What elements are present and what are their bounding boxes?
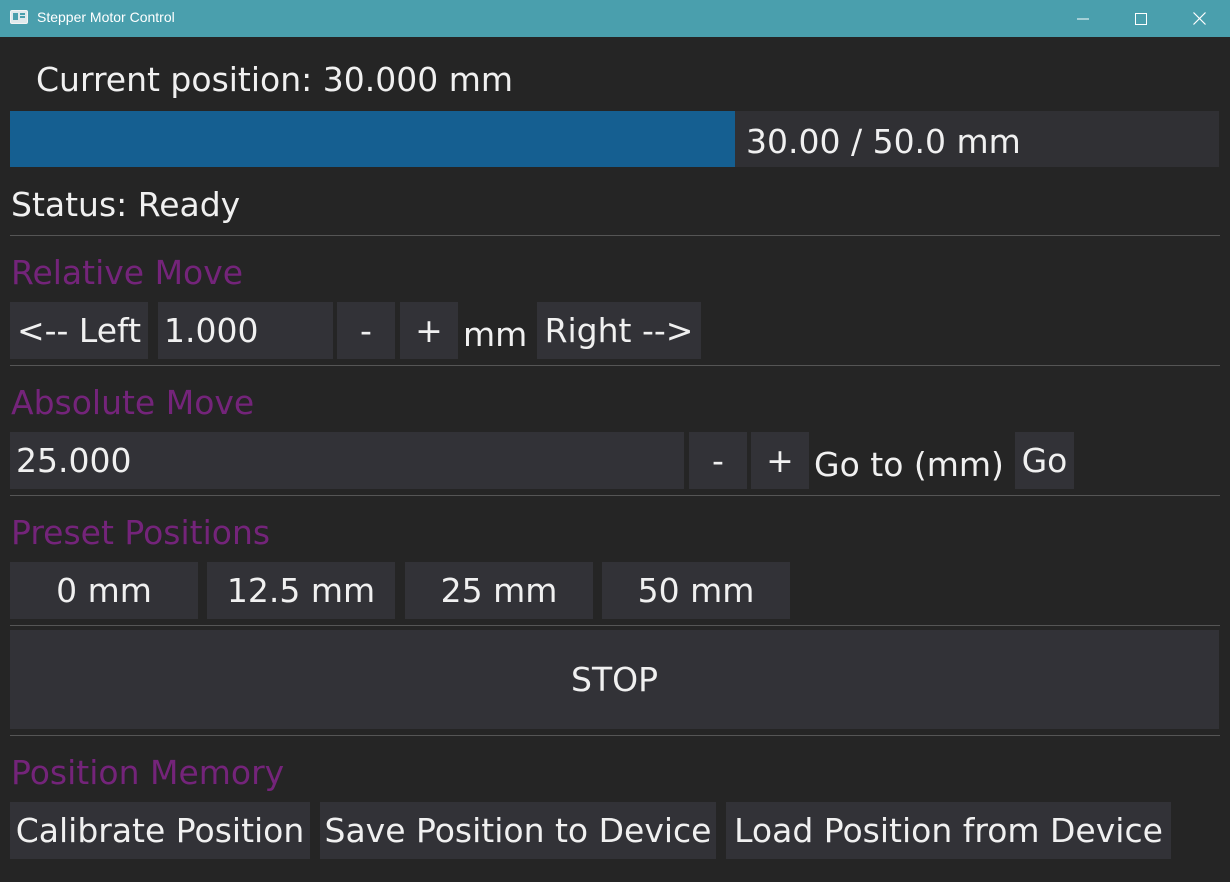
divider (10, 235, 1220, 236)
position-progress-bar: 30.00 / 50.0 mm (10, 111, 1219, 167)
stop-button[interactable]: STOP (10, 630, 1219, 729)
app-window-icon (10, 10, 28, 24)
preset-25mm-button[interactable]: 25 mm (405, 562, 593, 619)
relative-move-title: Relative Move (11, 253, 244, 292)
divider (10, 625, 1220, 626)
relative-unit-label: mm (463, 315, 528, 354)
preset-12-5mm-button[interactable]: 12.5 mm (207, 562, 395, 619)
divider (10, 735, 1220, 736)
maximize-button[interactable] (1112, 0, 1170, 37)
move-right-button[interactable]: Right --> (537, 302, 701, 359)
step-decrement-button[interactable]: - (337, 302, 395, 359)
close-button[interactable] (1170, 0, 1228, 37)
go-button[interactable]: Go (1015, 432, 1074, 489)
save-position-button[interactable]: Save Position to Device (320, 802, 716, 859)
goto-label: Go to (mm) (814, 445, 1004, 484)
window-title: Stepper Motor Control (37, 9, 175, 25)
close-icon (1192, 12, 1206, 25)
position-memory-title: Position Memory (11, 753, 285, 792)
maximize-icon (1135, 12, 1147, 25)
divider (10, 495, 1220, 496)
calibrate-position-button[interactable]: Calibrate Position (10, 802, 310, 859)
absolute-move-title: Absolute Move (11, 383, 255, 422)
move-left-button[interactable]: <-- Left (10, 302, 148, 359)
position-progress-text: 30.00 / 50.0 mm (746, 122, 1021, 161)
step-increment-button[interactable]: + (400, 302, 458, 359)
preset-50mm-button[interactable]: 50 mm (602, 562, 790, 619)
absolute-target-input[interactable]: 25.000 (10, 432, 684, 489)
load-position-button[interactable]: Load Position from Device (726, 802, 1171, 859)
preset-positions-title: Preset Positions (11, 513, 271, 552)
minimize-icon (1077, 18, 1089, 19)
preset-0mm-button[interactable]: 0 mm (10, 562, 198, 619)
target-increment-button[interactable]: + (751, 432, 809, 489)
current-position-label: Current position: 30.000 mm (36, 60, 514, 99)
divider (10, 365, 1220, 366)
title-bar: Stepper Motor Control (0, 0, 1230, 37)
position-progress-fill (10, 111, 736, 167)
relative-step-input[interactable]: 1.000 (158, 302, 333, 359)
target-decrement-button[interactable]: - (689, 432, 747, 489)
status-label: Status: Ready (11, 185, 241, 224)
minimize-button[interactable] (1054, 0, 1112, 37)
